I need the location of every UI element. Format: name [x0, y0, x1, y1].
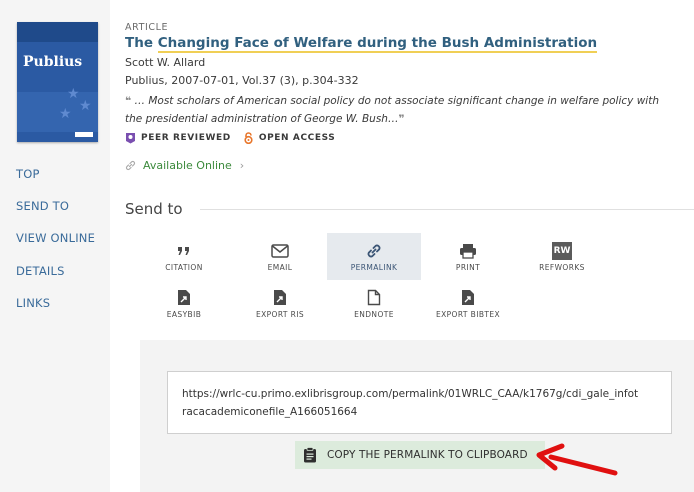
abstract-line-1: … Most scholars of American social polic… [134, 95, 659, 107]
send-to-heading: Send to [125, 200, 183, 218]
export-file-icon [233, 289, 327, 306]
printer-icon [421, 242, 515, 259]
availability-status[interactable]: Available Online › [125, 159, 244, 172]
open-access-label: OPEN ACCESS [258, 133, 336, 143]
availability-label[interactable]: Available Online [143, 159, 232, 172]
copy-permalink-label[interactable]: COPY THE PERMALINK TO CLIPBOARD [327, 449, 528, 461]
permalink-url-line-2[interactable]: racacademiconefile_A166051664 [182, 403, 657, 421]
export-file-icon [137, 289, 231, 306]
record-title-prefix[interactable]: The [125, 35, 158, 51]
send-to-export-ris-button[interactable]: EXPORT RIS [233, 280, 327, 327]
easybib-label: EASYBIB [166, 310, 202, 319]
nav-link-top[interactable]: TOP [16, 167, 40, 181]
endnote-label: ENDNOTE [354, 310, 394, 319]
peer-reviewed-icon [126, 133, 135, 144]
refworks-icon: RW [552, 241, 572, 260]
envelope-icon [233, 242, 327, 259]
refworks-icon-wrap: RW [515, 241, 609, 260]
citation-label: CITATION [165, 263, 203, 272]
export-bibtex-label: EXPORT BIBTEX [435, 310, 501, 319]
cover-title: Publius [23, 54, 83, 70]
send-to-endnote-button[interactable]: ENDNOTE [327, 280, 421, 327]
email-label: EMAIL [267, 263, 293, 272]
journal-cover-thumbnail[interactable]: Publius ★ ★ ★ [17, 22, 98, 142]
copy-permalink-button[interactable]: COPY THE PERMALINK TO CLIPBOARD [295, 441, 545, 469]
send-to-print-button[interactable]: PRINT [421, 233, 515, 280]
record-author: Scott W. Allard [125, 56, 206, 69]
send-to-email-button[interactable]: EMAIL [233, 233, 327, 280]
cover-star-icon: ★ [67, 86, 80, 102]
nav-link-send-to[interactable]: SEND TO [16, 199, 69, 213]
open-access-icon [244, 132, 253, 144]
document-icon [327, 289, 421, 306]
chevron-right-icon[interactable]: › [240, 159, 244, 172]
record-badges: PEER REVIEWED OPEN ACCESS [125, 131, 335, 145]
open-quote-icon: ❝ [125, 95, 132, 107]
send-to-export-bibtex-button[interactable]: EXPORT BIBTEX [421, 280, 515, 327]
send-to-permalink-button[interactable]: PERMALINK [327, 233, 421, 280]
permalink-label: PERMALINK [350, 263, 398, 272]
link-icon [125, 160, 136, 171]
link-icon [327, 242, 421, 259]
record-title[interactable]: The Changing Face of Welfare during the … [125, 35, 598, 53]
quote-icon [137, 242, 231, 259]
section-divider [200, 209, 694, 210]
red-arrow-annotation [536, 443, 618, 476]
export-ris-label: EXPORT RIS [255, 310, 305, 319]
permalink-textbox[interactable]: https://wrlc-cu.primo.exlibrisgroup.com/… [167, 371, 672, 434]
send-to-refworks-button[interactable]: RW REFWORKS [515, 233, 609, 280]
abstract-line-2: the presidential administration of Georg… [125, 113, 399, 125]
record-abstract: ❝ … Most scholars of American social pol… [125, 92, 665, 128]
export-file-icon [421, 289, 515, 306]
cover-star-icon: ★ [79, 98, 92, 114]
nav-link-links[interactable]: LINKS [16, 296, 50, 310]
peer-reviewed-label: PEER REVIEWED [141, 133, 231, 143]
nav-link-view-online[interactable]: VIEW ONLINE [16, 231, 95, 245]
clipboard-icon [304, 447, 316, 463]
nav-link-details[interactable]: DETAILS [16, 264, 65, 278]
send-to-easybib-button[interactable]: EASYBIB [137, 280, 231, 327]
record-title-highlighted[interactable]: Changing Face of Welfare during the Bush… [157, 35, 598, 53]
print-label: PRINT [455, 263, 481, 272]
cover-publisher-mark [75, 132, 93, 137]
record-source: Publius, 2007-07-01, Vol.37 (3), p.304-3… [125, 74, 359, 87]
cover-header-band [17, 22, 98, 42]
send-to-citation-button[interactable]: CITATION [137, 233, 231, 280]
close-quote-icon: ❞ [398, 113, 405, 125]
permalink-url-line-1[interactable]: https://wrlc-cu.primo.exlibrisgroup.com/… [182, 385, 657, 403]
refworks-label: REFWORKS [539, 263, 585, 272]
record-type-label: ARTICLE [125, 22, 169, 33]
cover-star-icon: ★ [59, 106, 72, 122]
